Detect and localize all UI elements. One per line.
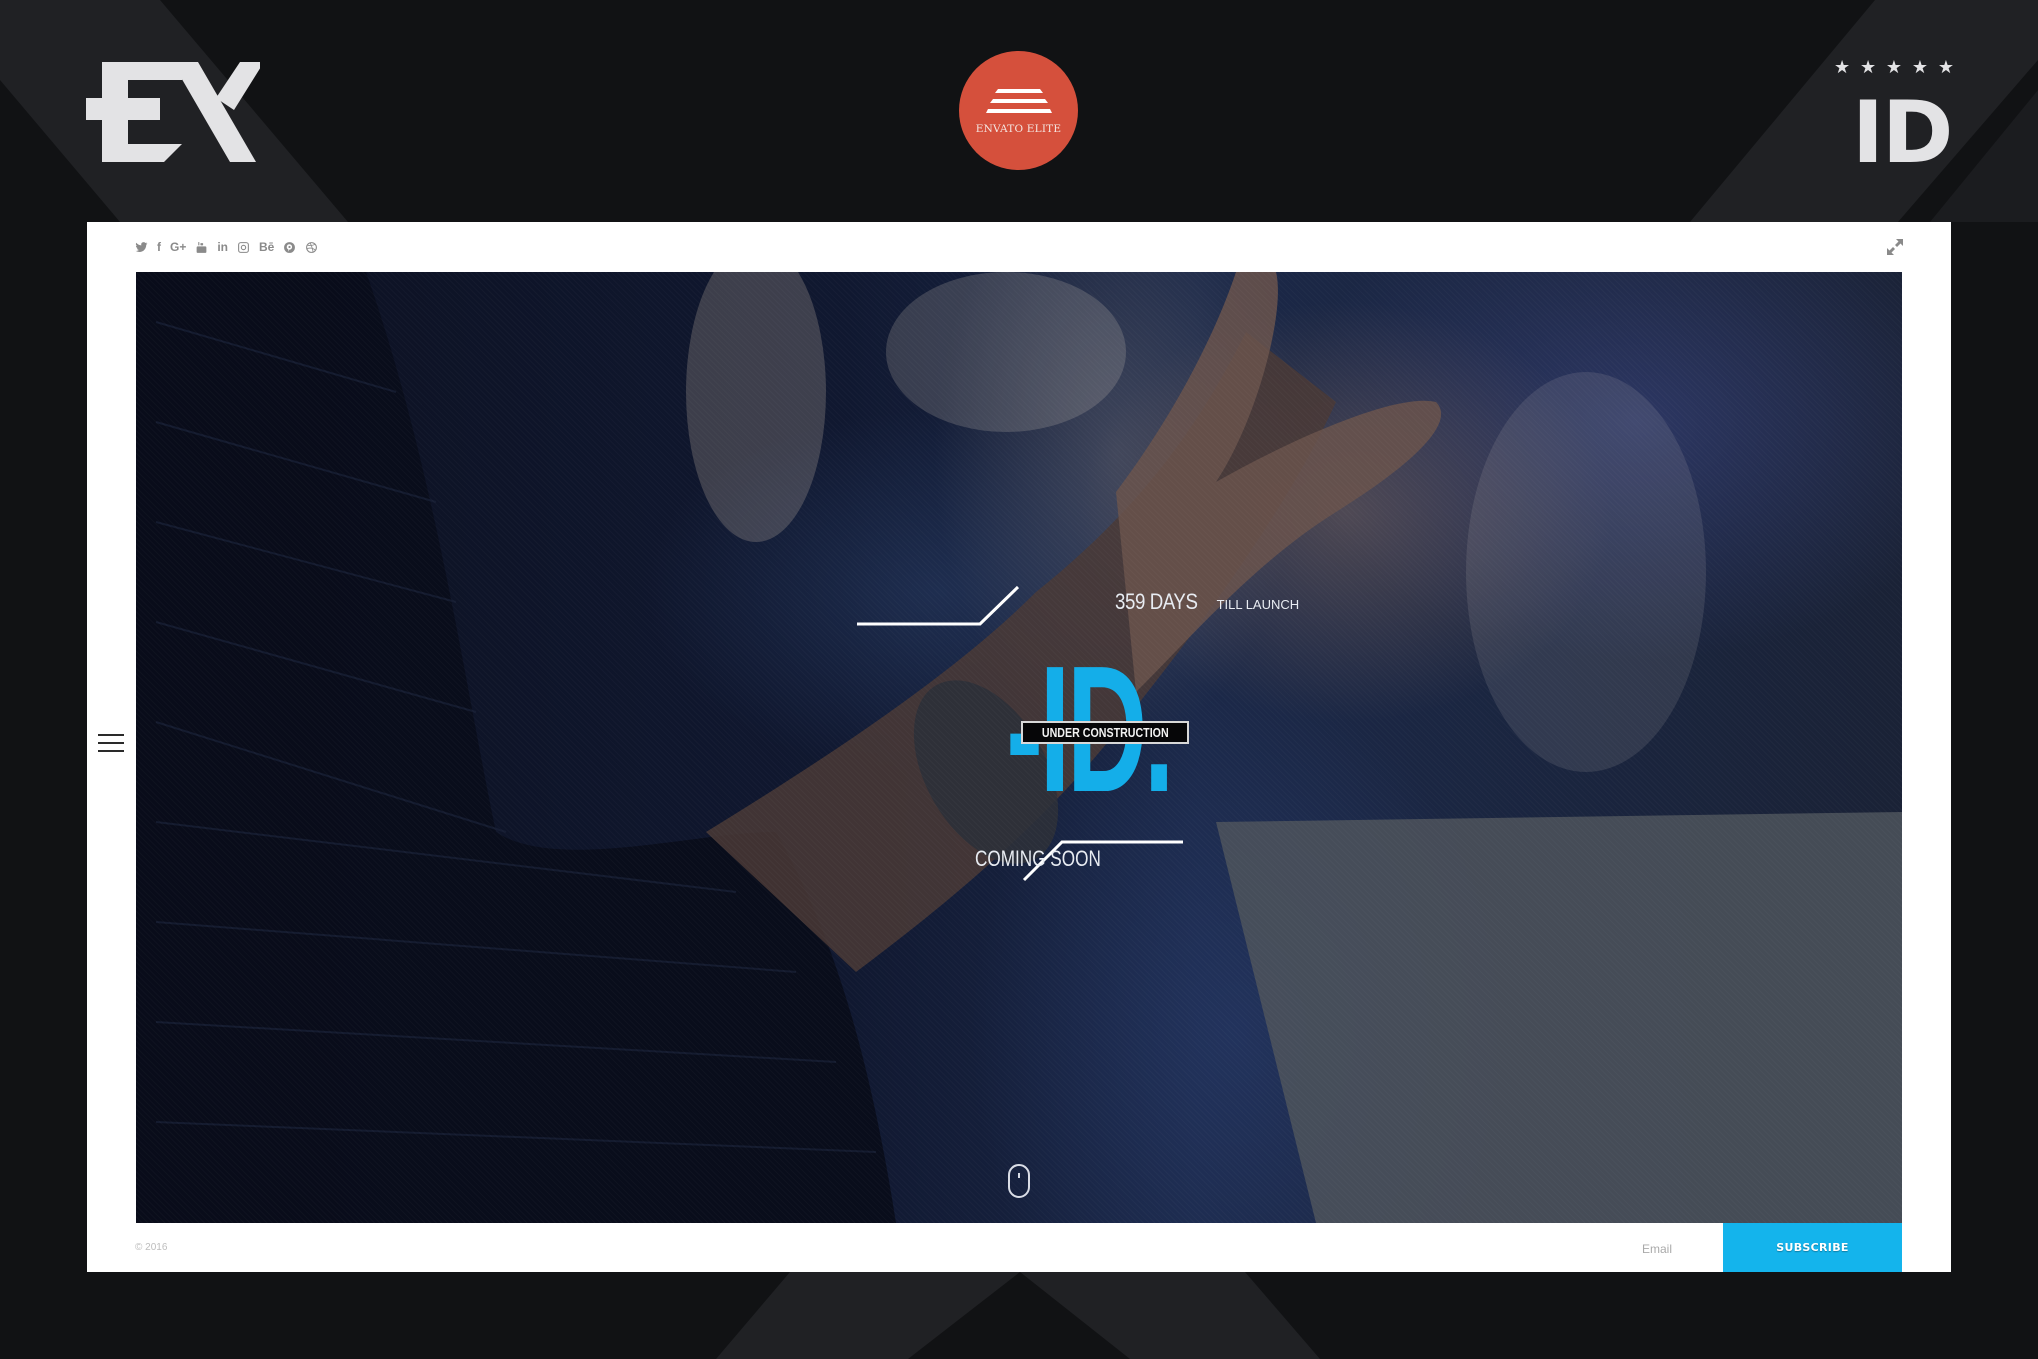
hero-section: 359 DAYS TILL LAUNCH -ID. UNDER CONSTRUC… <box>136 272 1902 1223</box>
website-preview-frame: f G+ in Bē 359 DAYS TILL LAUNCH -ID. UND… <box>87 222 1951 1274</box>
behance-icon[interactable]: Bē <box>259 240 274 254</box>
twitter-icon[interactable] <box>135 241 148 254</box>
fullscreen-expand-icon[interactable] <box>1885 237 1905 257</box>
dribbble-icon[interactable] <box>305 241 318 254</box>
countdown-days: 359 DAYS <box>1115 589 1198 614</box>
elite-stack-icon <box>985 88 1052 113</box>
facebook-icon[interactable]: f <box>157 240 161 254</box>
scroll-mouse-icon[interactable] <box>1008 1164 1030 1198</box>
star-icon: ★ <box>1885 57 1903 77</box>
id-brand-logo: ID <box>1852 83 1953 183</box>
star-icon: ★ <box>1859 57 1877 77</box>
copyright-text: © 2016 <box>135 1242 168 1253</box>
star-icon: ★ <box>1937 57 1954 77</box>
youtube-icon[interactable] <box>195 241 208 254</box>
coming-soon-text: COMING SOON <box>975 846 1101 871</box>
pinterest-icon[interactable] <box>283 241 296 254</box>
star-icon: ★ <box>1911 57 1928 77</box>
social-links: f G+ in Bē <box>135 236 318 258</box>
under-construction-badge: UNDER CONSTRUCTION <box>1021 721 1189 744</box>
google-plus-icon[interactable]: G+ <box>170 240 186 254</box>
linkedin-icon[interactable]: in <box>217 240 228 254</box>
email-input[interactable] <box>1587 1223 1727 1274</box>
rating-stars: ★ ★ ★ ★ ★ <box>1834 58 1954 76</box>
envato-elite-badge: ENVATO ELITE <box>959 51 1078 170</box>
under-construction-label: UNDER CONSTRUCTION <box>1041 725 1169 740</box>
subscribe-button[interactable]: SUBSCRIBE <box>1723 1223 1902 1272</box>
badge-label: ENVATO ELITE <box>975 122 1062 135</box>
countdown-text: 359 DAYS TILL LAUNCH <box>1115 589 1299 615</box>
ex-logo <box>86 58 264 166</box>
hamburger-menu-icon[interactable] <box>98 732 124 754</box>
countdown-suffix: TILL LAUNCH <box>1216 597 1300 612</box>
star-icon: ★ <box>1834 57 1851 77</box>
instagram-icon[interactable] <box>237 241 250 254</box>
